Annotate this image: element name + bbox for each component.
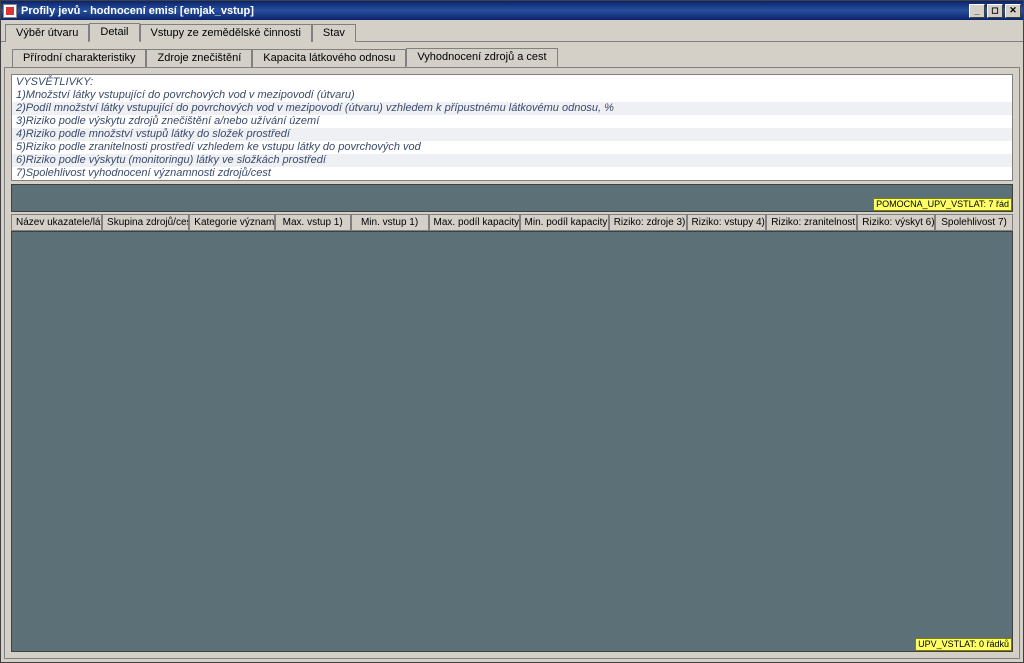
grid-header-cell[interactable]: Min. vstup 1) bbox=[351, 214, 429, 231]
primary-tab[interactable]: Výběr útvaru bbox=[5, 24, 89, 42]
content-area: Přírodní charakteristiky Zdroje znečištěn… bbox=[1, 42, 1023, 662]
grid-header-cell[interactable]: Riziko: zdroje 3) bbox=[609, 214, 687, 231]
primary-tab[interactable]: Detail bbox=[89, 23, 139, 42]
legend-row: 2)Podíl množství látky vstupující do pov… bbox=[12, 102, 1012, 115]
legend-row: 4)Riziko podle množství vstupů látky do … bbox=[12, 128, 1012, 141]
legend-row: 3)Riziko podle výskytu zdrojů znečištění… bbox=[12, 115, 1012, 128]
legend-row: 6)Riziko podle výskytu (monitoringu) lát… bbox=[12, 154, 1012, 167]
grid-header-cell[interactable]: Max. podíl kapacity bbox=[429, 214, 520, 231]
legend-header: VYSVĚTLIVKY: bbox=[12, 75, 1012, 89]
window-controls: _ ◻ ✕ bbox=[969, 4, 1021, 18]
minimize-button[interactable]: _ bbox=[969, 4, 985, 18]
legend-box: VYSVĚTLIVKY: 1)Množství látky vstupující… bbox=[11, 74, 1013, 181]
secondary-tab[interactable]: Přírodní charakteristiky bbox=[12, 49, 146, 67]
window-title: Profily jevů - hodnocení emisí [emjak_vs… bbox=[21, 5, 969, 17]
tab-label: Stav bbox=[323, 27, 345, 39]
grid-header-cell[interactable]: Riziko: vstupy 4) bbox=[687, 214, 767, 231]
grid-header-cell[interactable]: Min. podíl kapacity bbox=[520, 214, 609, 231]
status-top-right: POMOCNA_UPV_VSTLAT: 7 řád bbox=[873, 198, 1012, 211]
maximize-icon: ◻ bbox=[991, 5, 998, 16]
tab-label: Zdroje znečištění bbox=[157, 52, 241, 64]
primary-tab[interactable]: Stav bbox=[312, 24, 356, 42]
close-icon: ✕ bbox=[1009, 5, 1017, 16]
grid-header-cell[interactable]: Spolehlivost 7) bbox=[935, 214, 1013, 231]
close-button[interactable]: ✕ bbox=[1005, 4, 1021, 18]
secondary-tab[interactable]: Vyhodnocení zdrojů a cest bbox=[406, 48, 557, 67]
grid-header-row: Název ukazatele/látSkupina zdrojů/cesKat… bbox=[11, 214, 1013, 231]
grid-body[interactable]: UPV_VSTLAT: 0 řádků bbox=[11, 231, 1013, 652]
grid-header-cell[interactable]: Max. vstup 1) bbox=[275, 214, 351, 231]
grid-header-cell[interactable]: Riziko: výskyt 6) bbox=[857, 214, 935, 231]
tab-label: Vstupy ze zemědělské činnosti bbox=[151, 27, 301, 39]
titlebar[interactable]: Profily jevů - hodnocení emisí [emjak_vs… bbox=[1, 1, 1023, 20]
grid-header-cell[interactable]: Riziko: zranitelnost bbox=[766, 214, 857, 231]
secondary-tabbar: Přírodní charakteristiky Zdroje znečištěn… bbox=[4, 45, 1020, 67]
secondary-tab[interactable]: Kapacita látkového odnosu bbox=[252, 49, 406, 67]
tab-label: Detail bbox=[100, 26, 128, 38]
app-icon bbox=[3, 4, 17, 18]
mid-fill-area: POMOCNA_UPV_VSTLAT: 7 řád bbox=[11, 184, 1013, 212]
tab-label: Přírodní charakteristiky bbox=[23, 52, 135, 64]
legend-row: 7)Spolehlivost vyhodnocení významnosti z… bbox=[12, 167, 1012, 180]
minimize-icon: _ bbox=[974, 6, 979, 16]
primary-tabbar: Výběr útvaru Detail Vstupy ze zemědělské č… bbox=[1, 20, 1023, 42]
legend-row: 1)Množství látky vstupující do povrchový… bbox=[12, 89, 1012, 102]
secondary-tab[interactable]: Zdroje znečištění bbox=[146, 49, 252, 67]
primary-tab[interactable]: Vstupy ze zemědělské činnosti bbox=[140, 24, 312, 42]
maximize-button[interactable]: ◻ bbox=[987, 4, 1003, 18]
grid-header-cell[interactable]: Název ukazatele/lát bbox=[11, 214, 102, 231]
panel: VYSVĚTLIVKY: 1)Množství látky vstupující… bbox=[4, 67, 1020, 659]
tab-label: Kapacita látkového odnosu bbox=[263, 52, 395, 64]
legend-row: 5)Riziko podle zranitelnosti prostředí v… bbox=[12, 141, 1012, 154]
grid-header-cell[interactable]: Skupina zdrojů/ces bbox=[102, 214, 189, 231]
tab-label: Vyhodnocení zdrojů a cest bbox=[417, 51, 546, 63]
tab-label: Výběr útvaru bbox=[16, 27, 78, 39]
status-bottom-right: UPV_VSTLAT: 0 řádků bbox=[915, 638, 1012, 651]
app-window: Profily jevů - hodnocení emisí [emjak_vs… bbox=[0, 0, 1024, 663]
grid-header-cell[interactable]: Kategorie významn bbox=[189, 214, 274, 231]
